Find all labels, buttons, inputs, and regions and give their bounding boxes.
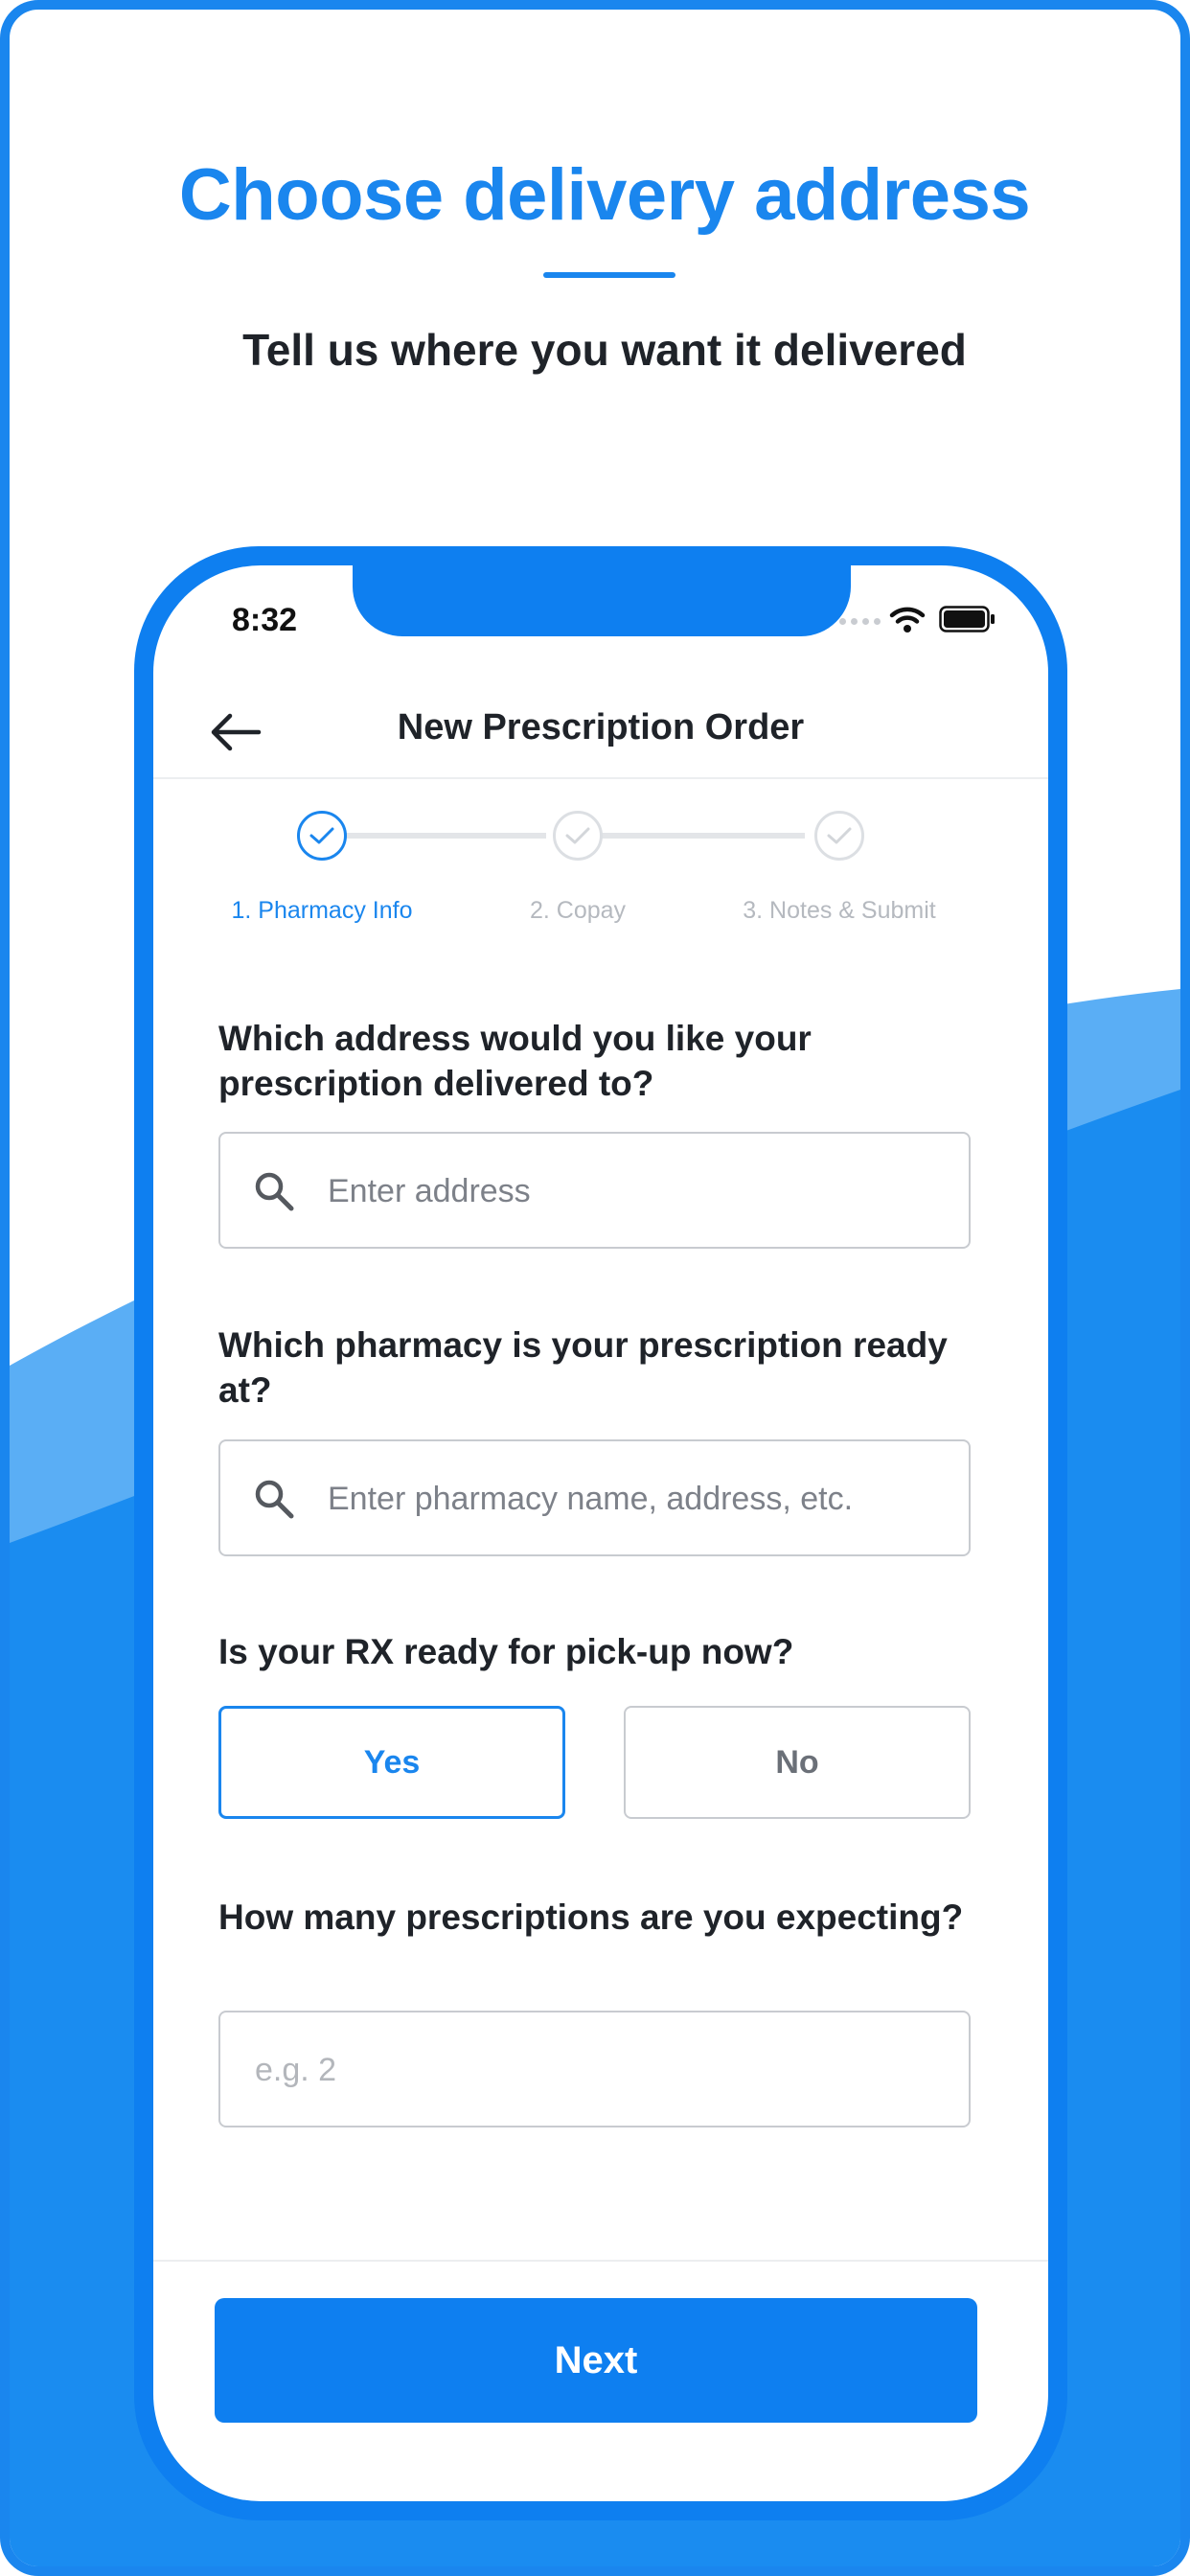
header-divider bbox=[153, 777, 1048, 779]
search-icon bbox=[255, 1172, 294, 1211]
count-input[interactable] bbox=[253, 2012, 927, 2128]
stepper-connector bbox=[584, 833, 805, 839]
pickup-no-button[interactable]: No bbox=[624, 1706, 971, 1819]
step-3-label: 3. Notes & Submit bbox=[743, 897, 936, 924]
marketing-subheadline: Tell us where you want it delivered bbox=[242, 325, 967, 375]
count-question: How many prescriptions are you expecting… bbox=[218, 1898, 964, 1937]
headline-underline bbox=[543, 272, 675, 278]
footer-divider bbox=[153, 2260, 1048, 2262]
cellular-signal-icon bbox=[839, 618, 881, 625]
marketing-frame: Choose delivery address Tell us where yo… bbox=[0, 0, 1190, 2576]
address-input[interactable] bbox=[326, 1134, 952, 1249]
battery-icon bbox=[939, 606, 995, 632]
address-question: Which address would you like your prescr… bbox=[218, 1019, 812, 1103]
pharmacy-input[interactable] bbox=[326, 1441, 952, 1556]
pharmacy-field[interactable] bbox=[218, 1439, 971, 1556]
count-field[interactable] bbox=[218, 2011, 971, 2128]
phone-mockup: 8:32 New Prescription Order 1. Pharmacy … bbox=[134, 546, 1067, 2520]
status-time: 8:32 bbox=[232, 602, 298, 638]
step-3-check-icon bbox=[814, 811, 864, 861]
pharmacy-question: Which pharmacy is your prescription read… bbox=[218, 1325, 948, 1410]
page-title: New Prescription Order bbox=[397, 707, 805, 748]
step-2-label: 2. Copay bbox=[529, 897, 627, 924]
stepper-connector bbox=[326, 833, 546, 839]
step-2-check-icon bbox=[553, 811, 603, 861]
phone-screen: 8:32 New Prescription Order 1. Pharmacy … bbox=[153, 565, 1048, 2501]
wifi-icon bbox=[889, 607, 926, 632]
phone-notch bbox=[353, 565, 851, 636]
pickup-question: Is your RX ready for pick-up now? bbox=[218, 1632, 794, 1671]
search-icon bbox=[255, 1480, 294, 1519]
step-1-check-icon bbox=[297, 811, 347, 861]
step-1-label: 1. Pharmacy Info bbox=[231, 897, 413, 924]
next-button[interactable]: Next bbox=[215, 2298, 977, 2423]
pickup-yes-button[interactable]: Yes bbox=[218, 1706, 565, 1819]
address-field[interactable] bbox=[218, 1132, 971, 1249]
marketing-headline: Choose delivery address bbox=[178, 154, 1031, 236]
